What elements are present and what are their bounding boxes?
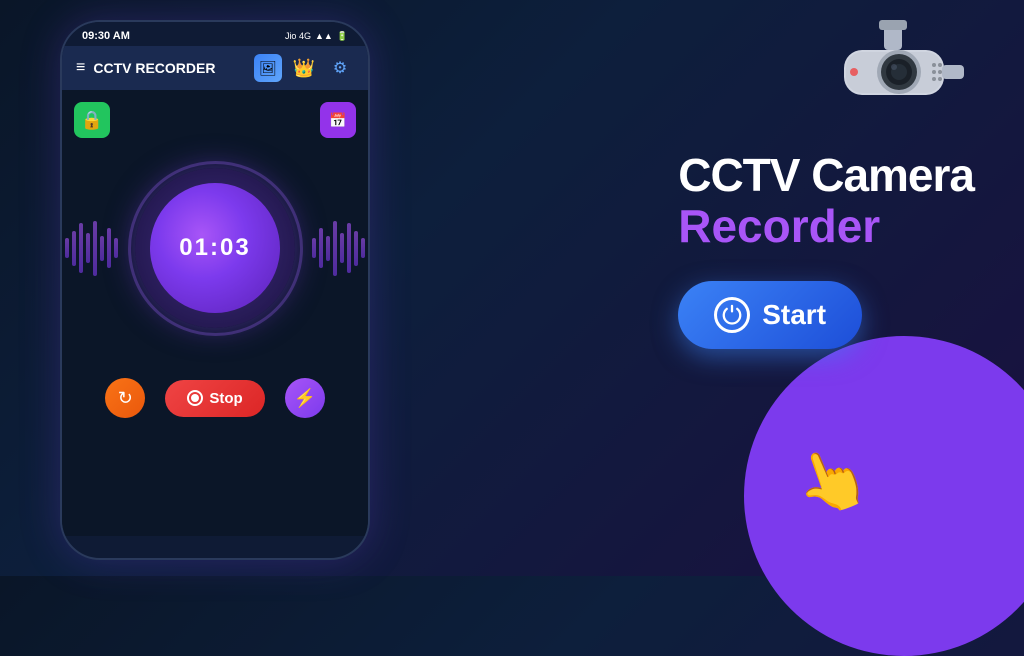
stop-button[interactable]: Stop xyxy=(165,380,264,417)
screen-content: 🔒 📅 xyxy=(62,90,368,536)
start-button[interactable]: Start xyxy=(678,281,862,349)
sound-wave-left xyxy=(65,221,118,276)
stop-dot xyxy=(191,394,199,402)
schedule-button[interactable]: 📅 xyxy=(320,102,356,138)
gear-icon: ⚙ xyxy=(333,58,347,78)
app-title: CCTV RECORDER xyxy=(93,60,246,76)
headline-line1: CCTV Camera xyxy=(678,150,974,201)
phone-screen: 09:30 AM Jio 4G ▲▲ 🔋 ≡ CCTV RECORDER 🖼 👑… xyxy=(60,20,370,560)
bg-decoration xyxy=(744,336,1024,656)
timer-area: 01:03 xyxy=(135,168,295,328)
hamburger-icon[interactable]: ≡ xyxy=(76,59,85,77)
lightning-button[interactable]: ⚡ xyxy=(285,378,325,418)
phone-mockup: 09:30 AM Jio 4G ▲▲ 🔋 ≡ CCTV RECORDER 🖼 👑… xyxy=(60,20,370,560)
battery-icon: 🔋 xyxy=(337,31,348,42)
signal-icon: ▲▲ xyxy=(315,31,333,41)
headline-block: CCTV Camera Recorder xyxy=(678,150,974,251)
crown-button[interactable]: 👑 xyxy=(290,54,318,82)
lock-icon: 🔒 xyxy=(81,110,103,131)
gallery-button[interactable]: 🖼 xyxy=(254,54,282,82)
app-bar: ≡ CCTV RECORDER 🖼 👑 ⚙ xyxy=(62,46,368,90)
gallery-icon: 🖼 xyxy=(259,60,277,77)
start-label: Start xyxy=(762,299,826,331)
lock-button[interactable]: 🔒 xyxy=(74,102,110,138)
refresh-button[interactable]: ↻ xyxy=(105,378,145,418)
status-icons: Jio 4G ▲▲ 🔋 xyxy=(285,31,348,42)
status-bar: 09:30 AM Jio 4G ▲▲ 🔋 xyxy=(62,22,368,46)
schedule-icon: 📅 xyxy=(329,112,346,129)
bottom-controls: ↻ Stop ⚡ xyxy=(105,378,324,418)
stop-icon xyxy=(187,390,203,406)
settings-button[interactable]: ⚙ xyxy=(326,54,354,82)
lightning-icon: ⚡ xyxy=(293,388,315,409)
refresh-icon: ↻ xyxy=(118,388,133,409)
camera-image xyxy=(824,15,984,130)
headline-line2: Recorder xyxy=(678,201,974,252)
stop-label: Stop xyxy=(209,390,242,407)
timer-circle-outer: 01:03 xyxy=(135,168,295,328)
top-buttons-row: 🔒 📅 xyxy=(74,102,356,138)
crown-icon: 👑 xyxy=(293,58,315,79)
power-icon xyxy=(714,297,750,333)
carrier-label: Jio 4G xyxy=(285,31,311,41)
sound-wave-right xyxy=(312,221,365,276)
status-time: 09:30 AM xyxy=(82,30,130,42)
app-bar-actions: 🖼 👑 ⚙ xyxy=(254,54,354,82)
timer-ring xyxy=(128,161,303,336)
